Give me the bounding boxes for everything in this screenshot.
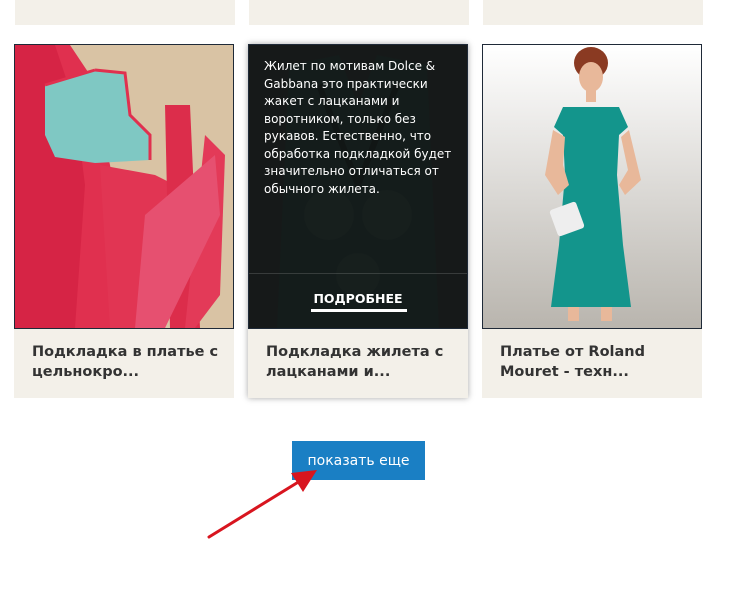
previous-card-bottom [249,0,469,25]
show-more-button[interactable]: показать еще [292,441,425,480]
article-title[interactable]: Подкладка в платье с цельнокро... [32,342,222,382]
article-title[interactable]: Платье от Roland Mouret - техн... [500,342,690,382]
article-thumbnail-red-fabric[interactable] [14,44,234,329]
article-thumbnail-teal-dress[interactable] [482,44,702,329]
previous-card-bottom [483,0,703,25]
article-excerpt: Жилет по мотивам Dolce & Gabbana это пра… [264,59,452,196]
article-card[interactable]: Подкладка в платье с цельнокро... [14,44,234,398]
article-thumbnail-vest[interactable]: Жилет по мотивам Dolce & Gabbana это пра… [248,44,468,329]
article-card[interactable]: Платье от Roland Mouret - техн... [482,44,702,398]
article-card[interactable]: Жилет по мотивам Dolce & Gabbana это пра… [248,44,468,398]
divider [249,273,467,274]
article-title[interactable]: Подкладка жилета с лацканами и... [266,342,456,382]
hover-overlay[interactable]: Жилет по мотивам Dolce & Gabbana это пра… [249,45,467,328]
previous-card-bottom [15,0,235,25]
read-more-underline [311,309,407,312]
read-more-link[interactable]: ПОДРОБНЕЕ [249,291,467,306]
